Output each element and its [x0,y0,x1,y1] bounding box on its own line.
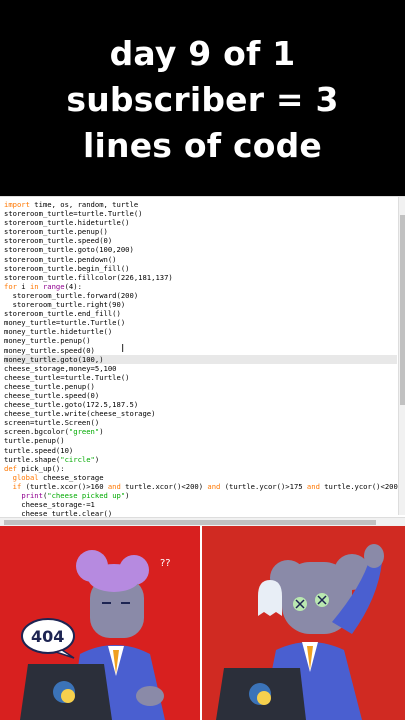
code-line[interactable]: turtle.shape("circle") [4,455,397,464]
code-line[interactable]: storeroom_turtle.end_fill() [4,309,397,318]
caption-line-2: subscriber = 3 [66,80,339,119]
caption-line-1: day 9 of 1 [109,34,296,73]
code-editor[interactable]: import time, os, random, turtle storeroom… [0,196,405,526]
meme-image: ?? 404 [0,526,405,720]
code-line[interactable]: cheese_turtle.speed(0) [4,391,397,400]
code-line[interactable]: for i in range(4): [4,282,397,291]
code-line[interactable]: storeroom_turtle.goto(100,200) [4,245,397,254]
code-line[interactable]: cheese_turtle.penup() [4,382,397,391]
vertical-scroll-thumb[interactable] [400,215,405,405]
code-line[interactable]: storeroom_turtle.fillcolor(226,181,137) [4,273,397,282]
code-line[interactable]: cheese_storage-=1 [4,500,397,509]
speech-bubble-text: 404 [31,627,64,646]
code-line[interactable]: cheese_turtle.write(cheese_storage) [4,409,397,418]
code-line[interactable]: cheese_turtle=turtle.Turtle() [4,373,397,382]
code-line[interactable]: storeroom_turtle.begin_fill() [4,264,397,273]
caption-line-3: lines of code [83,126,322,165]
horizontal-scroll-thumb[interactable] [4,520,376,525]
meme-panel-right [202,526,405,720]
code-line[interactable]: storeroom_turtle.penup() [4,227,397,236]
code-line[interactable]: screen=turtle.Screen() [4,418,397,427]
code-line[interactable]: turtle.penup() [4,436,397,445]
code-line[interactable]: storeroom_turtle.hideturtle() [4,218,397,227]
code-line[interactable]: cheese_storage,money=5,100 [4,364,397,373]
code-line[interactable]: global cheese_storage [4,473,397,482]
vertical-scrollbar[interactable] [398,197,405,515]
horizontal-scrollbar[interactable] [0,517,405,526]
text-cursor-icon: I [121,342,125,355]
code-line[interactable]: import time, os, random, turtle [4,200,397,209]
code-line[interactable]: storeroom_turtle.pendown() [4,255,397,264]
code-line[interactable]: money_turtle.speed(0) [4,346,397,355]
code-line[interactable]: storeroom_turtle.speed(0) [4,236,397,245]
svg-text:??: ?? [160,558,171,569]
code-line[interactable]: def pick_up(): [4,464,397,473]
code-area[interactable]: import time, os, random, turtle storeroom… [4,200,402,518]
code-line[interactable]: turtle.speed(10) [4,446,397,455]
code-line[interactable]: storeroom_turtle=turtle.Turtle() [4,209,397,218]
code-line[interactable]: money_turtle.penup() [4,336,397,345]
character-stressed-illustration [202,526,405,720]
code-line[interactable]: screen.bgcolor("green") [4,427,397,436]
code-line[interactable]: money_turtle.goto(100,) [4,354,397,364]
meme-panel-left: ?? 404 [0,526,200,720]
code-line[interactable]: print("cheese picked up") [4,491,397,500]
code-line[interactable]: money_turtle=turtle.Turtle() [4,318,397,327]
code-line[interactable]: money_turtle.hideturtle() [4,327,397,336]
code-line[interactable]: cheese_turtle.goto(172.5,187.5) [4,400,397,409]
code-line[interactable]: storeroom_turtle.right(90) [4,300,397,309]
code-line[interactable]: storeroom_turtle.forward(200) [4,291,397,300]
video-caption: day 9 of 1 subscriber = 3 lines of code [0,0,405,196]
code-line[interactable]: if (turtle.xcor()>160 and turtle.xcor()<… [4,482,402,491]
character-confused-illustration: ?? 404 [0,526,200,720]
